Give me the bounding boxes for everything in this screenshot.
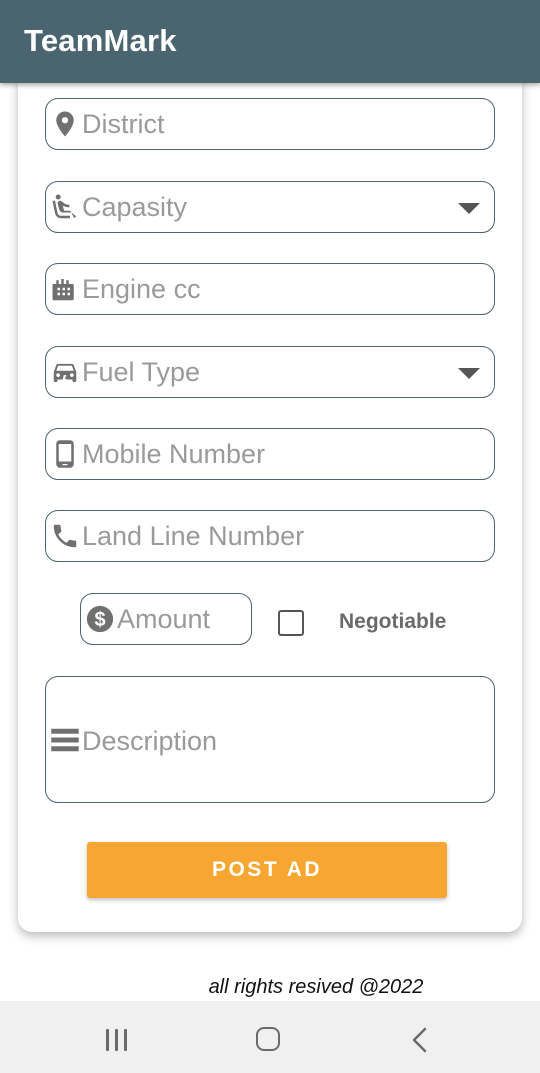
landline-number-placeholder: Land Line Number: [82, 521, 305, 551]
dollar-circle-icon: $: [85, 604, 115, 634]
location-pin-icon: [50, 109, 80, 139]
negotiable-checkbox[interactable]: [278, 610, 304, 636]
fuel-type-placeholder: Fuel Type: [82, 357, 201, 387]
amount-placeholder: Amount: [117, 604, 211, 634]
back-icon[interactable]: [410, 1027, 430, 1053]
engine-cc-field[interactable]: Engine cc: [45, 263, 495, 315]
lines-icon: [50, 725, 80, 755]
copyright-text: all rights resived @2022: [208, 976, 424, 998]
landline-number-field[interactable]: Land Line Number: [45, 510, 495, 562]
home-icon[interactable]: [256, 1027, 280, 1051]
svg-text:$: $: [94, 609, 105, 631]
system-navigation-bar: [0, 1001, 540, 1073]
mobile-number-placeholder: Mobile Number: [82, 439, 266, 469]
post-ad-button[interactable]: POST AD: [87, 842, 447, 898]
app-bar: TeamMark: [0, 0, 540, 83]
car-charge-icon: [50, 357, 80, 387]
recent-apps-icon[interactable]: [104, 1029, 130, 1051]
mobile-number-field[interactable]: Mobile Number: [45, 428, 495, 480]
chevron-down-icon: [458, 368, 480, 379]
district-field[interactable]: District: [45, 98, 495, 150]
district-placeholder: District: [82, 109, 165, 139]
fuel-type-dropdown[interactable]: Fuel Type: [45, 346, 495, 398]
description-field[interactable]: Description: [45, 676, 495, 803]
capacity-dropdown[interactable]: Capasity: [45, 181, 495, 233]
phone-icon: [50, 521, 80, 551]
phone-android-icon: [50, 439, 80, 469]
seat-icon: [50, 192, 80, 222]
engine-cc-placeholder: Engine cc: [82, 274, 201, 304]
amount-field[interactable]: $ Amount: [80, 593, 252, 645]
engine-icon: [50, 274, 80, 304]
app-title: TeamMark: [24, 23, 177, 58]
description-placeholder: Description: [82, 726, 218, 756]
negotiable-label: Negotiable: [339, 610, 447, 633]
capacity-placeholder: Capasity: [82, 192, 188, 222]
chevron-down-icon: [458, 203, 480, 214]
